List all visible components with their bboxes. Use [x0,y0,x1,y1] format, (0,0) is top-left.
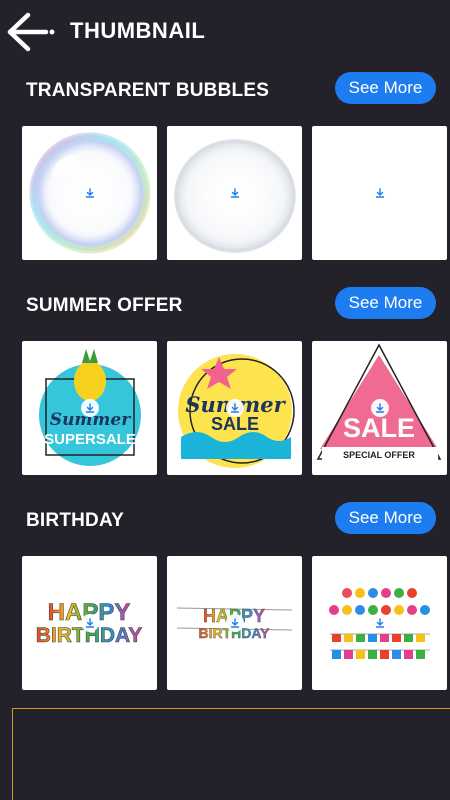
thumbnail-birthday-1[interactable]: HAPPY BIRTHDAY [22,556,157,690]
download-icon[interactable] [225,399,244,417]
download-icon[interactable] [370,399,389,417]
thumbnail-bubble-1[interactable] [22,126,157,260]
download-icon[interactable] [80,184,99,202]
thumbnail-sale-special-offer[interactable]: SALE SPECIAL OFFER [312,341,447,475]
section-title: SUMMER OFFER [26,295,183,316]
download-icon[interactable] [80,614,99,632]
thumbnail-summer-sale[interactable]: Summer SALE [167,341,302,475]
see-more-button[interactable]: See More [335,287,436,319]
ad-banner-placeholder[interactable] [12,708,450,800]
see-more-button[interactable]: See More [335,502,436,534]
artwork-text: SUPERSALE [44,431,136,448]
thumbnail-birthday-3[interactable] [312,556,447,690]
artwork-text: SALE [343,413,415,443]
top-bar: THUMBNAIL [0,0,450,64]
back-button[interactable] [6,10,56,54]
thumbnail-summer-supersale[interactable]: Summer SUPERSALE [22,341,157,475]
thumbnail-bubble-2[interactable] [167,126,302,260]
section-title: BIRTHDAY [26,510,125,531]
thumbnail-bubble-3[interactable] [312,126,447,260]
artwork-text: SALE [211,414,259,434]
section-summer-offer: SUMMER OFFER See More [0,287,450,327]
thumbnail-birthday-2[interactable]: HAPPY BIRTHDAY [167,556,302,690]
see-more-button[interactable]: See More [335,72,436,104]
download-icon[interactable] [370,184,389,202]
download-icon[interactable] [370,614,389,632]
section-transparent-bubbles: TRANSPARENT BUBBLES See More [0,72,450,112]
download-icon[interactable] [225,184,244,202]
download-icon[interactable] [225,614,244,632]
section-title: TRANSPARENT BUBBLES [26,80,270,101]
artwork-text: SPECIAL OFFER [343,450,415,460]
download-icon[interactable] [80,399,99,417]
section-birthday: BIRTHDAY See More [0,502,450,542]
arrow-left-icon [7,12,55,52]
page-title: THUMBNAIL [70,18,206,43]
